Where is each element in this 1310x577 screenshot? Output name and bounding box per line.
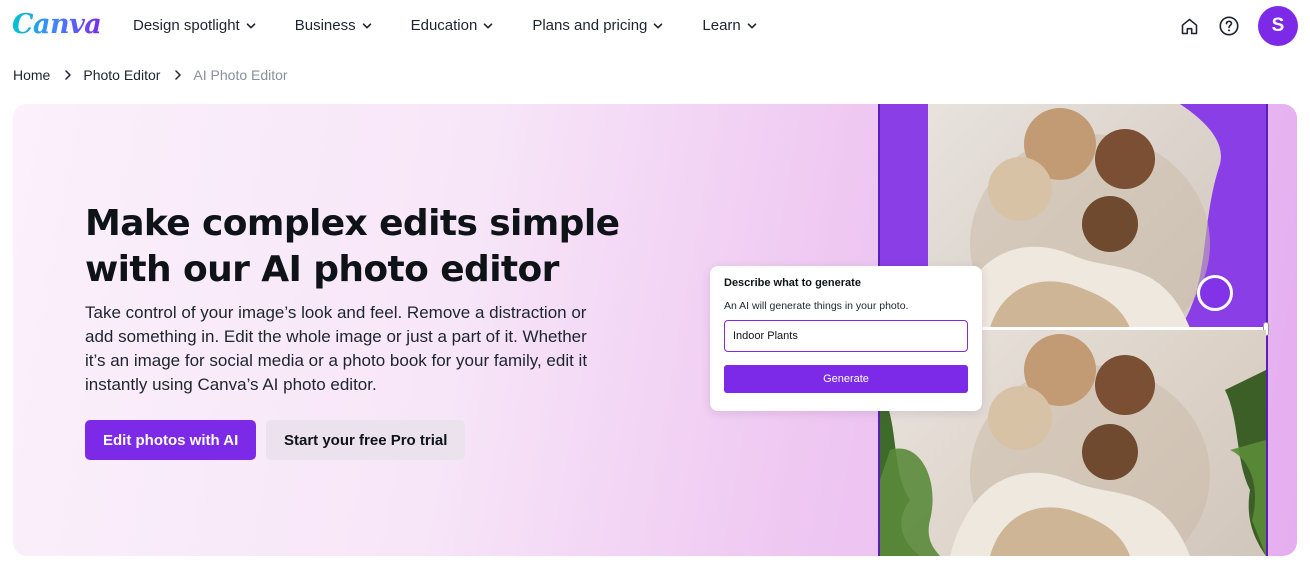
generate-panel-subtitle: An AI will generate things in your photo… [724, 300, 909, 312]
chevron-right-icon [65, 70, 72, 80]
nav-item-education[interactable]: Education [411, 17, 494, 34]
nav-menu: Design spotlight Business Education Plan… [133, 17, 796, 34]
selection-cursor-icon [1197, 275, 1233, 311]
edit-photos-with-ai-button[interactable]: Edit photos with AI [85, 420, 257, 460]
hero-description: Take control of your image’s look and fe… [85, 303, 588, 394]
chevron-down-icon [747, 22, 757, 28]
chevron-down-icon [484, 22, 493, 28]
breadcrumb-item-home[interactable]: Home [13, 67, 50, 83]
start-free-pro-trial-button[interactable]: Start your free Pro trial [266, 420, 466, 460]
chevron-down-icon [654, 22, 663, 28]
breadcrumb: Home Photo Editor AI Photo Editor [13, 67, 288, 83]
breadcrumb-item-photo-editor[interactable]: Photo Editor [83, 67, 160, 83]
top-nav: Canva Design spotlight Business Educatio… [0, 0, 1310, 54]
generate-panel-title: Describe what to generate [724, 277, 861, 289]
nav-item-label: Education [410, 17, 478, 34]
nav-item-label: Learn [702, 17, 741, 34]
avatar[interactable]: S [1258, 6, 1298, 46]
generate-button[interactable]: Generate [724, 365, 968, 393]
chevron-down-icon [246, 22, 256, 28]
nav-actions: S [1178, 6, 1298, 46]
breadcrumb-item-current: AI Photo Editor [193, 67, 288, 83]
chevron-down-icon [362, 22, 371, 28]
nav-item-label: Plans and pricing [532, 17, 648, 34]
home-icon[interactable] [1178, 15, 1200, 37]
nav-item-learn[interactable]: Learn [702, 17, 757, 34]
nav-item-plans-and-pricing[interactable]: Plans and pricing [532, 17, 663, 34]
nav-item-label: Business [294, 17, 356, 34]
nav-item-label: Design spotlight [133, 17, 240, 34]
generate-panel: Describe what to generate An AI will gen… [710, 266, 982, 411]
hero-title: Make complex edits simple with our AI ph… [85, 203, 620, 290]
canva-logo[interactable]: Canva [12, 9, 102, 40]
help-icon[interactable] [1218, 15, 1240, 37]
generate-prompt-input[interactable]: Indoor Plants [724, 320, 968, 352]
nav-item-business[interactable]: Business [295, 17, 372, 34]
chevron-right-icon [175, 70, 182, 80]
nav-item-design-spotlight[interactable]: Design spotlight [133, 17, 256, 34]
hero-banner: Make complex edits simple with our AI ph… [13, 104, 1297, 556]
